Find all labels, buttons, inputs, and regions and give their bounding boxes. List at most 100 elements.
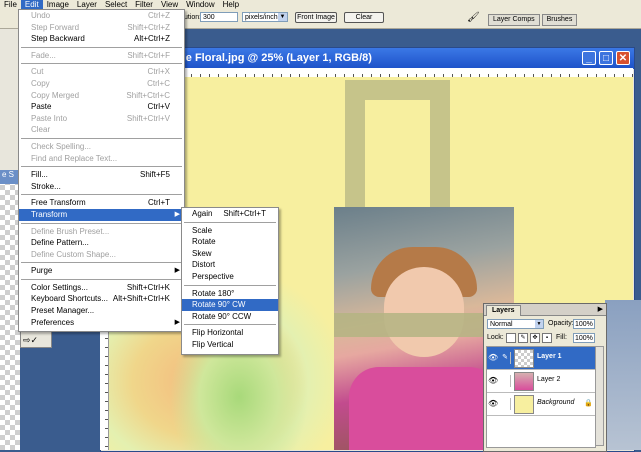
layer-name: Layer 1 <box>537 353 562 360</box>
menu-item-label: Copy Merged <box>31 90 80 100</box>
menu-item-label: Scale <box>192 225 213 235</box>
palette-well-tab-brushes[interactable]: Brushes <box>541 14 578 26</box>
layer-row-layer-1[interactable]: 👁 ✎ Layer 1 <box>487 347 595 370</box>
edit-menu-item-check-spelling: Check Spelling... <box>19 141 184 153</box>
transform-item-rotate-180[interactable]: Rotate 180° <box>182 288 278 300</box>
edit-menu-item-undo: Undo Ctrl+Z <box>19 10 184 22</box>
edit-menu-item-purge[interactable]: Purge ▶ <box>19 265 184 277</box>
layers-scrollbar[interactable] <box>595 346 604 446</box>
edit-menu-item-preferences[interactable]: Preferences ▶ <box>19 317 184 329</box>
menu-separator <box>21 194 182 196</box>
eye-icon[interactable]: 👁 <box>488 376 498 386</box>
units-select[interactable]: pixels/inch ▼ <box>242 12 288 22</box>
palette-well-tab-layer-comps[interactable]: Layer Comps <box>488 14 540 26</box>
menu-item-label: Cut <box>31 67 44 77</box>
close-button[interactable]: ✕ <box>616 51 630 65</box>
menu-filter[interactable]: Filter <box>131 0 157 9</box>
transform-item-skew[interactable]: Skew <box>182 248 278 260</box>
layers-list: 👁 ✎ Layer 1 👁 Layer 2 👁 Background 🔒 <box>486 346 596 448</box>
layer-name: Background <box>537 399 575 406</box>
palette-brush-icon[interactable]: 🖌 <box>467 12 480 24</box>
edit-menu-item-free-transform[interactable]: Free Transform Ctrl+T <box>19 197 184 209</box>
edit-menu-item-step-forward: Step Forward Shift+Ctrl+Z <box>19 22 184 34</box>
menu-item-shortcut: Ctrl+Z <box>148 11 170 20</box>
menu-item-shortcut: Ctrl+T <box>148 198 170 208</box>
brush-icon[interactable]: ✎ <box>500 352 511 364</box>
opacity-input[interactable]: 100% <box>573 319 595 329</box>
edit-menu: Undo Ctrl+Z Step Forward Shift+Ctrl+Z Step B… <box>18 9 185 332</box>
minimize-button[interactable]: _ <box>582 51 596 65</box>
menu-item-shortcut: Ctrl+C <box>147 78 170 88</box>
menu-item-shortcut: Shift+Ctrl+V <box>126 113 170 123</box>
edit-menu-item-preset-manager[interactable]: Preset Manager... <box>19 305 184 317</box>
lock-all-icon[interactable]: ▪ <box>542 333 552 343</box>
menu-file[interactable]: File <box>0 0 21 9</box>
menu-item-shortcut: Alt+Ctrl+Z <box>133 34 170 44</box>
menu-view[interactable]: View <box>157 0 182 9</box>
lock-label: Lock: <box>487 334 504 341</box>
fill-input[interactable]: 100% <box>573 333 595 343</box>
edit-menu-item-transform[interactable]: Transform ▶ <box>19 208 184 221</box>
transform-item-rotate-90-ccw[interactable]: Rotate 90° CCW <box>182 311 278 323</box>
link-icon[interactable] <box>500 375 511 387</box>
resolution-input[interactable]: 300 <box>200 12 238 22</box>
edit-menu-item-keyboard-shortcuts[interactable]: Keyboard Shortcuts... Alt+Shift+Ctrl+K <box>19 293 184 305</box>
menu-item-label: Transform <box>31 209 68 219</box>
clear-button[interactable]: Clear <box>344 12 384 23</box>
menu-edit[interactable]: Edit <box>20 0 43 9</box>
layers-panel-tabs: Layers ▶ <box>484 304 606 316</box>
menu-item-label: Step Backward <box>31 34 85 44</box>
menu-item-label: Step Forward <box>31 22 80 32</box>
eye-icon[interactable]: 👁 <box>488 399 498 409</box>
background-document-tab[interactable]: e S <box>0 170 20 184</box>
blend-mode-select[interactable]: Normal ▼ <box>487 319 544 329</box>
menu-layer[interactable]: Layer <box>73 0 101 9</box>
menu-separator <box>21 278 182 280</box>
menu-item-shortcut: Shift+F5 <box>139 170 170 180</box>
transform-item-perspective[interactable]: Perspective <box>182 271 278 283</box>
edit-menu-item-paste[interactable]: Paste Ctrl+V <box>19 101 184 113</box>
frame-band <box>334 313 494 337</box>
eye-icon[interactable]: 👁 <box>488 353 498 363</box>
transform-item-rotate[interactable]: Rotate <box>182 236 278 248</box>
transform-item-flip-vertical[interactable]: Flip Vertical <box>182 339 278 351</box>
edit-menu-item-step-backward[interactable]: Step Backward Alt+Ctrl+Z <box>19 33 184 45</box>
transform-item-again[interactable]: Again Shift+Ctrl+T <box>182 208 278 220</box>
layers-tab[interactable]: Layers <box>486 305 521 316</box>
transform-item-distort[interactable]: Distort <box>182 259 278 271</box>
layer-thumbnail <box>514 372 534 391</box>
panel-menu-icon[interactable]: ▶ <box>598 305 603 313</box>
edit-menu-item-define-brush-preset: Define Brush Preset... <box>19 226 184 238</box>
transform-item-flip-horizontal[interactable]: Flip Horizontal <box>182 327 278 339</box>
edit-menu-item-color-settings[interactable]: Color Settings... Shift+Ctrl+K <box>19 282 184 294</box>
layer-row-layer-2[interactable]: 👁 Layer 2 <box>487 370 595 393</box>
menu-help[interactable]: Help <box>219 0 243 9</box>
child-shirt <box>349 367 499 450</box>
edit-menu-item-stroke[interactable]: Stroke... <box>19 181 184 193</box>
edit-menu-item-define-custom-shape: Define Custom Shape... <box>19 249 184 261</box>
layer-row-background[interactable]: 👁 Background 🔒 <box>487 393 595 416</box>
submenu-arrow-icon: ▶ <box>174 267 180 275</box>
lock-position-icon[interactable]: ✥ <box>530 333 540 343</box>
background-document[interactable]: e S <box>0 170 20 450</box>
lock-pixels-icon[interactable]: ✎ <box>518 333 528 343</box>
lock-transparency-icon[interactable] <box>506 333 516 343</box>
edit-menu-item-fill[interactable]: Fill... Shift+F5 <box>19 169 184 181</box>
edit-menu-item-copy-merged: Copy Merged Shift+Ctrl+C <box>19 90 184 102</box>
menu-select[interactable]: Select <box>101 0 131 9</box>
edit-menu-item-fade: Fade... Shift+Ctrl+F <box>19 50 184 62</box>
maximize-button[interactable]: □ <box>599 51 613 65</box>
layer-thumbnail <box>514 395 534 414</box>
menu-image[interactable]: Image <box>43 0 73 9</box>
link-icon[interactable] <box>500 398 511 410</box>
menu-window[interactable]: Window <box>182 0 218 9</box>
menu-item-label: Paste Into <box>31 113 68 123</box>
edit-menu-item-define-pattern[interactable]: Define Pattern... <box>19 237 184 249</box>
screen-mode-tools[interactable]: ⇨✓ <box>20 330 52 348</box>
menu-separator <box>184 284 276 286</box>
front-image-button[interactable]: Front Image <box>295 12 337 23</box>
transform-item-scale[interactable]: Scale <box>182 225 278 237</box>
menu-bar: File Edit Image Layer Select Filter View Window… <box>0 0 641 9</box>
transform-item-rotate-90-cw[interactable]: Rotate 90° CW <box>182 299 278 311</box>
chevron-down-icon: ▼ <box>535 320 543 328</box>
